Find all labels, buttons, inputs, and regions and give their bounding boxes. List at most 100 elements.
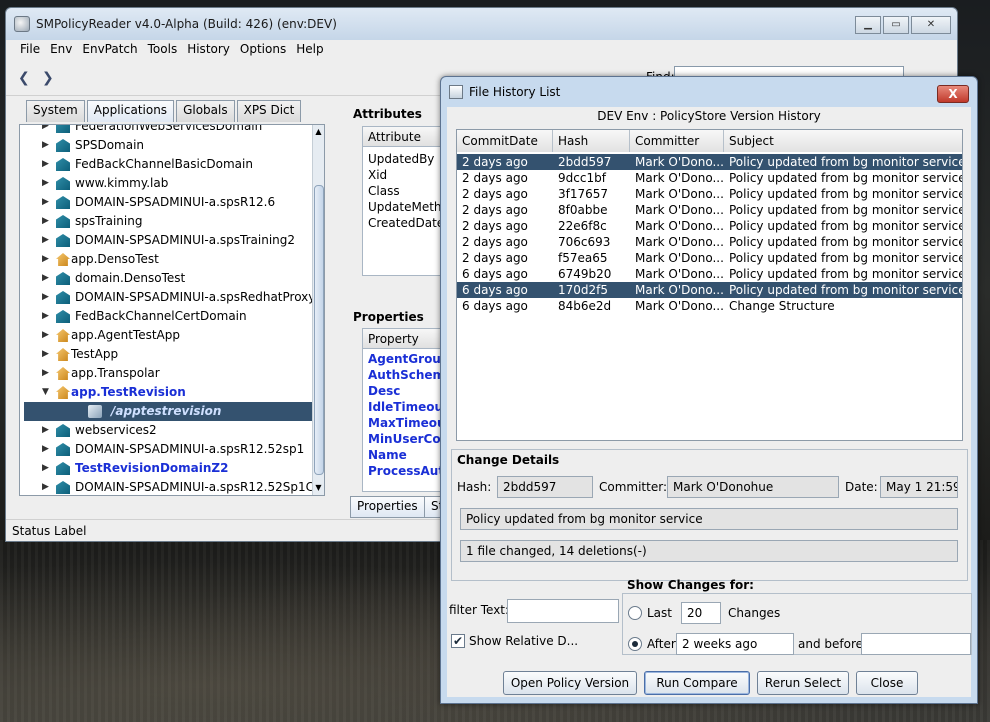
attribute-item[interactable]: Class — [363, 183, 445, 199]
menu-tools[interactable]: Tools — [144, 40, 182, 60]
property-item[interactable]: AuthScheme — [363, 367, 453, 383]
history-row[interactable]: 2 days ago 8f0abbe Mark O'Dono... Policy up… — [457, 202, 962, 218]
after-date-input[interactable]: 2 weeks ago — [676, 633, 794, 655]
property-item[interactable]: ProcessAuth — [363, 463, 453, 479]
tree-node[interactable]: ▶ DOMAIN-SPSADMINUI-a.spsRedhatProxyU — [20, 288, 324, 307]
tree-expand-icon[interactable]: ▶ — [42, 478, 49, 495]
tree-expand-icon[interactable]: ▶ — [42, 345, 49, 364]
tree-node[interactable]: ▶ DOMAIN-SPSADMINUI-a.spsR12.52Sp1Cr — [20, 478, 319, 495]
forward-arrow-icon[interactable]: ❯ — [42, 70, 54, 86]
tree-expand-icon[interactable]: ▶ — [42, 174, 49, 193]
menu-help[interactable]: Help — [292, 40, 327, 60]
close-icon[interactable]: ✕ — [911, 16, 951, 34]
column-hash[interactable]: Hash — [553, 130, 630, 152]
attribute-item[interactable]: UpdateMetho — [363, 199, 449, 215]
tree-expand-icon[interactable]: ▶ — [42, 421, 49, 440]
property-item[interactable]: MinUserConf — [363, 431, 454, 447]
history-row[interactable]: 2 days ago 706c693 Mark O'Dono... Policy up… — [457, 234, 962, 250]
property-item[interactable]: MaxTimeout — [363, 415, 451, 431]
property-item[interactable]: IdleTimeout — [363, 399, 449, 415]
tree-expand-icon[interactable]: ▶ — [42, 307, 49, 326]
history-row[interactable]: 2 days ago 9dcc1bf Mark O'Dono... Policy up… — [457, 170, 962, 186]
tab-properties[interactable]: Properties — [350, 496, 425, 518]
commit-summary-field[interactable]: 1 file changed, 14 deletions(-) — [460, 540, 958, 562]
history-row[interactable]: 6 days ago 6749b20 Mark O'Dono... Policy up… — [457, 266, 962, 282]
tree-scrollbar[interactable]: ▲ ▼ — [312, 125, 324, 495]
tab-system[interactable]: System — [26, 100, 85, 122]
tree-node[interactable]: ▶ app.AgentTestApp — [20, 326, 312, 345]
last-radio[interactable] — [628, 606, 642, 620]
history-row[interactable]: 2 days ago 2bdd597 Mark O'Dono... Policy up… — [457, 154, 962, 170]
property-column-header[interactable]: Property — [363, 329, 445, 349]
tree-expand-icon[interactable]: ▶ — [42, 136, 49, 155]
history-row[interactable]: 2 days ago 3f17657 Mark O'Dono... Policy up… — [457, 186, 962, 202]
tree-expand-icon[interactable]: ▶ — [42, 440, 49, 459]
tree-node[interactable]: /apptestrevision — [20, 402, 312, 421]
tree-node[interactable]: ▶ SPSDomain — [20, 136, 312, 155]
tree-expand-icon[interactable]: ▶ — [42, 326, 49, 345]
tree-node[interactable]: ▶ FedBackChannelCertDomain — [20, 307, 312, 326]
attribute-item[interactable]: Xid — [363, 167, 445, 183]
property-item[interactable]: Name — [363, 447, 445, 463]
tree-node[interactable]: ▶ FederationWebServicesDomain — [20, 125, 312, 136]
attribute-item[interactable]: CreatedDate — [363, 215, 445, 231]
committer-field[interactable]: Mark O'Donohue — [667, 476, 839, 498]
tree-node[interactable]: ▶ TestApp — [20, 345, 312, 364]
before-date-input[interactable] — [861, 633, 971, 655]
menu-history[interactable]: History — [183, 40, 234, 60]
tree-node[interactable]: ▶ FedBackChannelBasicDomain — [20, 155, 312, 174]
tree-node[interactable]: ▶ DOMAIN-SPSADMINUI-a.spsTraining2 — [20, 231, 312, 250]
column-commitdate[interactable]: CommitDate — [457, 130, 553, 152]
tree-expand-icon[interactable]: ▶ — [42, 250, 49, 269]
tree-expand-icon[interactable]: ▶ — [42, 269, 49, 288]
history-row[interactable]: 6 days ago 84b6e2d Mark O'Dono... Change St… — [457, 298, 962, 314]
tree-expand-icon[interactable]: ▶ — [42, 231, 49, 250]
maximize-icon[interactable]: ▭ — [883, 16, 909, 34]
attribute-column-header[interactable]: Attribute — [363, 127, 445, 147]
scroll-down-icon[interactable]: ▼ — [313, 481, 324, 495]
tree-scroll-thumb[interactable] — [314, 185, 324, 475]
close-button[interactable]: Close — [856, 671, 918, 695]
tree-node[interactable]: ▶ www.kimmy.lab — [20, 174, 312, 193]
column-subject[interactable]: Subject — [724, 130, 962, 152]
tree-node[interactable]: ▶ domain.DensoTest — [20, 269, 312, 288]
tab-globals[interactable]: Globals — [176, 100, 235, 122]
tree-expand-icon[interactable]: ▶ — [42, 155, 49, 174]
menu-file[interactable]: File — [16, 40, 44, 60]
tree-node[interactable]: ▶ DOMAIN-SPSADMINUI-a.spsR12.6 — [20, 193, 312, 212]
after-radio[interactable] — [628, 637, 642, 651]
show-relative-date-checkbox[interactable]: ✔ — [451, 634, 465, 648]
dialog-close-icon[interactable]: X — [937, 85, 969, 103]
tree-node[interactable]: ▶ app.DensoTest — [20, 250, 312, 269]
tree-node[interactable]: ▶ spsTraining — [20, 212, 312, 231]
tree-collapse-icon[interactable]: ▼ — [42, 383, 49, 402]
date-field[interactable]: May 1 21:59:0 — [880, 476, 958, 498]
tree-expand-icon[interactable]: ▶ — [42, 459, 49, 478]
last-count-input[interactable]: 20 — [681, 602, 721, 624]
back-arrow-icon[interactable]: ❮ — [18, 70, 30, 86]
tree-node[interactable]: ▼ app.TestRevision — [20, 383, 312, 402]
history-row[interactable]: 6 days ago 170d2f5 Mark O'Dono... Policy up… — [457, 282, 962, 298]
tree-node[interactable]: ▶ TestRevisionDomainZ2 — [20, 459, 312, 478]
tree-node[interactable]: ▶ DOMAIN-SPSADMINUI-a.spsR12.52sp1 — [20, 440, 312, 459]
minimize-icon[interactable]: ▁ — [855, 16, 881, 34]
attribute-item[interactable]: UpdatedBy — [363, 151, 445, 167]
menu-options[interactable]: Options — [236, 40, 290, 60]
rerun-select-button[interactable]: Rerun Select — [757, 671, 849, 695]
property-item[interactable]: Desc — [363, 383, 445, 399]
menu-envpatch[interactable]: EnvPatch — [78, 40, 141, 60]
tree-expand-icon[interactable]: ▶ — [42, 193, 49, 212]
tab-xps-dict[interactable]: XPS Dict — [236, 100, 302, 122]
commit-message-field[interactable]: Policy updated from bg monitor service — [460, 508, 958, 530]
menu-env[interactable]: Env — [46, 40, 76, 60]
hash-field[interactable]: 2bdd597 — [497, 476, 593, 498]
tree-node[interactable]: ▶ webservices2 — [20, 421, 312, 440]
open-policy-version-button[interactable]: Open Policy Version — [503, 671, 637, 695]
filter-text-input[interactable] — [507, 599, 619, 623]
tab-applications[interactable]: Applications — [86, 100, 175, 122]
tree-node[interactable]: ▶ app.Transpolar — [20, 364, 312, 383]
history-row[interactable]: 2 days ago f57ea65 Mark O'Dono... Policy up… — [457, 250, 962, 266]
history-row[interactable]: 2 days ago 22e6f8c Mark O'Dono... Policy up… — [457, 218, 962, 234]
run-compare-button[interactable]: Run Compare — [644, 671, 750, 695]
scroll-up-icon[interactable]: ▲ — [313, 125, 324, 139]
